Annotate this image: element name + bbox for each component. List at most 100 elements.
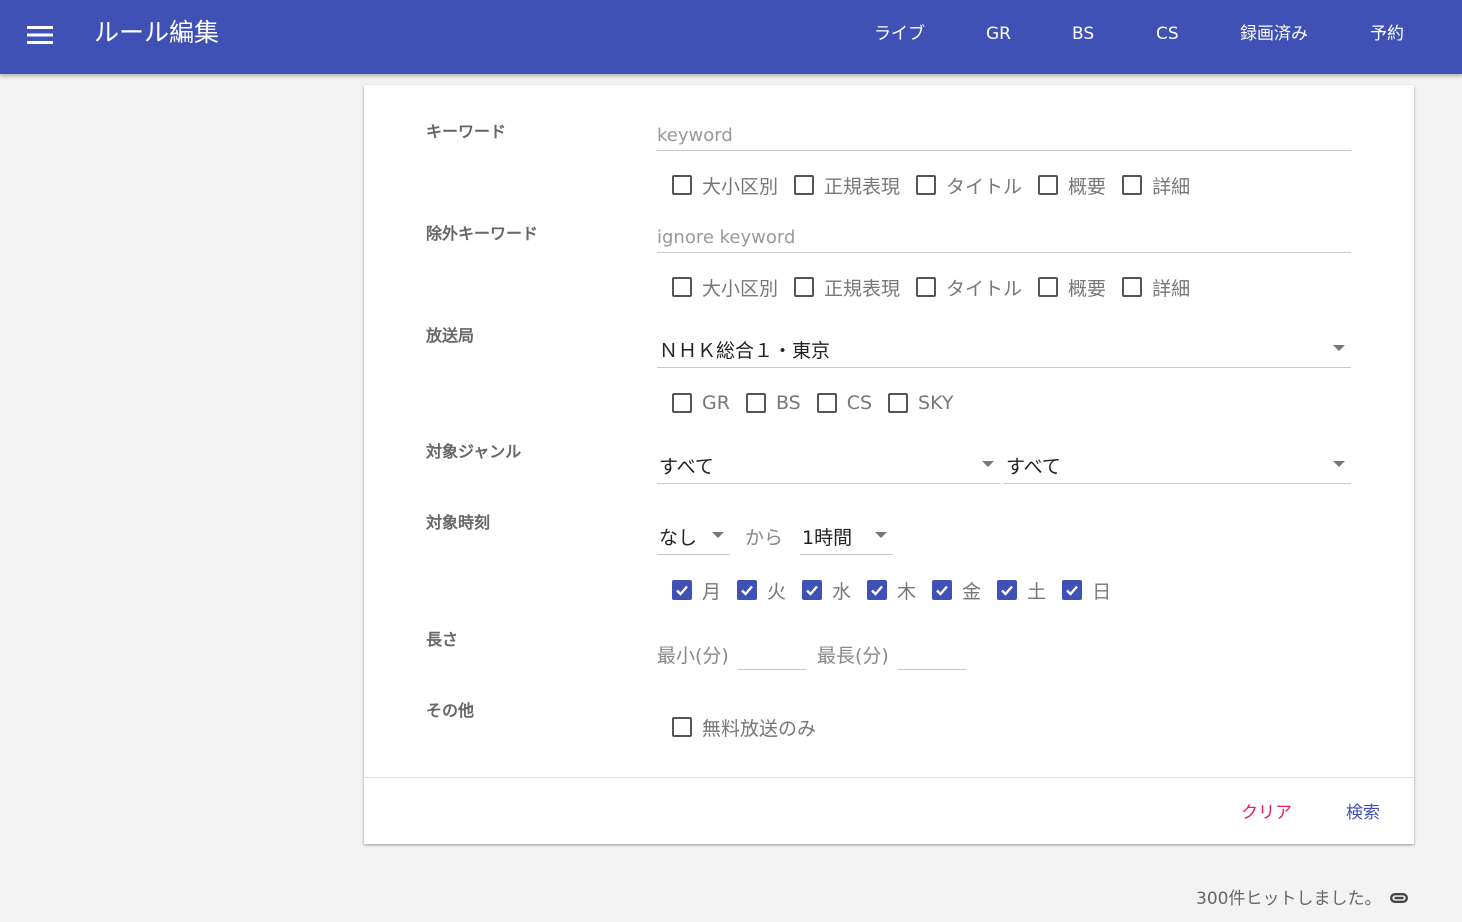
nav-live[interactable]: ライブ: [874, 22, 925, 46]
free-only-checkbox[interactable]: 無料放送のみ: [672, 714, 816, 741]
keyword-case-checkbox[interactable]: 大小区別: [672, 172, 778, 199]
dropdown-arrow-icon: [1333, 345, 1345, 351]
station-bs-checkbox[interactable]: BS: [745, 392, 801, 414]
nav-gr[interactable]: GR: [986, 22, 1011, 46]
checkbox-label: 概要: [1068, 277, 1107, 300]
hit-count-text: 300件ヒットしました。: [1196, 889, 1382, 909]
nav-cs[interactable]: CS: [1156, 22, 1179, 46]
keyword-detail-checkbox[interactable]: 詳細: [1122, 172, 1190, 199]
checkbox-label: 正規表現: [824, 175, 901, 198]
checkbox-label: 金: [962, 580, 982, 603]
checkbox-box: [932, 580, 953, 600]
checkbox-label: 正規表現: [824, 277, 901, 300]
hamburger-menu-icon: [27, 26, 53, 44]
checkmark-icon: [1066, 585, 1079, 596]
keyword-title-checkbox[interactable]: タイトル: [916, 172, 1022, 199]
checkmark-icon: [676, 585, 688, 596]
nav-reserves[interactable]: 予約: [1370, 22, 1404, 46]
dropdown-arrow-icon: [875, 532, 887, 538]
checkbox-label: タイトル: [946, 277, 1023, 300]
from-text: から: [745, 527, 784, 549]
start-time-value: なし: [659, 527, 698, 549]
duration-label: 長さ: [426, 630, 459, 649]
station-cs-checkbox[interactable]: CS: [816, 392, 873, 414]
checkbox-label: 土: [1027, 580, 1047, 603]
checkmark-icon: [936, 585, 948, 596]
keyword-options: 大小区別 正規表現 タイトル 概要 詳細: [672, 171, 1206, 199]
dropdown-arrow-icon: [982, 461, 994, 467]
station-select[interactable]: ＮＨＫ総合１・東京: [657, 330, 1351, 368]
checkbox-label: 水: [832, 580, 852, 603]
rule-edit-card: キーワード 大小区別 正規表現 タイトル 概要 詳細 除外キーワード 大小区別 …: [364, 85, 1414, 844]
clear-button[interactable]: クリア: [1241, 798, 1292, 823]
station-gr-checkbox[interactable]: GR: [672, 392, 730, 414]
checkbox-box: [672, 580, 692, 600]
time-range-select[interactable]: 1時間: [800, 517, 893, 555]
nav-recorded[interactable]: 録画済み: [1240, 22, 1308, 46]
ignore-detail-checkbox[interactable]: 詳細: [1122, 274, 1190, 301]
min-duration-label: 最小(分): [657, 645, 729, 667]
checkbox-label: 火: [767, 580, 787, 603]
ignore-title-checkbox[interactable]: タイトル: [916, 274, 1022, 301]
other-options: 無料放送のみ: [672, 713, 832, 741]
weekday-mon-checkbox[interactable]: 月: [672, 577, 721, 604]
checkbox-box: [916, 175, 937, 195]
genre2-selected-value: すべて: [1006, 456, 1061, 478]
ignore-keyword-options: 大小区別 正規表現 タイトル 概要 詳細: [672, 273, 1206, 301]
checkbox-label: 概要: [1068, 175, 1107, 198]
ignore-keyword-input[interactable]: [657, 223, 1351, 252]
genre1-select[interactable]: すべて: [657, 446, 1000, 484]
checkbox-label: CS: [846, 392, 873, 414]
dropdown-arrow-icon: [712, 532, 724, 538]
ignore-description-checkbox[interactable]: 概要: [1038, 274, 1106, 301]
checkmark-icon: [1001, 585, 1013, 596]
weekday-sun-checkbox[interactable]: 日: [1062, 577, 1111, 604]
checkbox-box: [745, 393, 766, 413]
menu-button[interactable]: [22, 17, 58, 53]
genre-label: 対象ジャンル: [426, 442, 522, 461]
max-duration-input[interactable]: [898, 642, 966, 670]
checkbox-label: BS: [775, 392, 801, 414]
keyword-input[interactable]: [657, 121, 1351, 150]
min-duration-input[interactable]: [738, 642, 806, 670]
station-sky-checkbox[interactable]: SKY: [888, 392, 953, 414]
search-button[interactable]: 検索: [1346, 798, 1380, 823]
ignore-case-checkbox[interactable]: 大小区別: [672, 274, 778, 301]
genre1-selected-value: すべて: [659, 456, 714, 478]
checkbox-label: 月: [702, 580, 722, 603]
checkbox-label: 日: [1092, 580, 1112, 603]
ignore-regex-checkbox[interactable]: 正規表現: [794, 274, 900, 301]
checkmark-icon: [871, 585, 883, 596]
keyword-regex-checkbox[interactable]: 正規表現: [794, 172, 900, 199]
start-time-select[interactable]: なし: [657, 517, 730, 555]
weekday-wed-checkbox[interactable]: 水: [802, 577, 851, 604]
weekday-sat-checkbox[interactable]: 土: [997, 577, 1046, 604]
link-icon[interactable]: [1384, 886, 1414, 910]
station-type-options: GR BS CS SKY: [672, 389, 969, 417]
weekday-thu-checkbox[interactable]: 木: [867, 577, 916, 604]
checkbox-label: GR: [702, 392, 730, 414]
checkbox-box: [672, 717, 692, 737]
nav-bs[interactable]: BS: [1072, 22, 1094, 46]
station-label: 放送局: [426, 326, 475, 345]
checkbox-box: [916, 277, 937, 297]
checkbox-box: [802, 580, 823, 600]
checkbox-box: [737, 580, 758, 600]
weekday-fri-checkbox[interactable]: 金: [932, 577, 981, 604]
page-title: ルール編集: [94, 18, 220, 47]
checkbox-label: 大小区別: [702, 277, 779, 300]
checkbox-label: 大小区別: [702, 175, 779, 198]
dropdown-arrow-icon: [1333, 461, 1345, 467]
other-label: その他: [426, 701, 475, 720]
genre2-select[interactable]: すべて: [1004, 446, 1351, 484]
checkbox-label: 無料放送のみ: [702, 717, 817, 740]
checkbox-box: [1062, 580, 1083, 600]
station-selected-value: ＮＨＫ総合１・東京: [659, 340, 831, 362]
checkbox-box: [672, 175, 692, 195]
checkbox-label: 詳細: [1152, 175, 1191, 198]
weekday-tue-checkbox[interactable]: 火: [737, 577, 786, 604]
keyword-description-checkbox[interactable]: 概要: [1038, 172, 1106, 199]
card-actions: クリア 検索: [364, 777, 1414, 844]
ignore-keyword-label: 除外キーワード: [426, 224, 539, 243]
time-range-value: 1時間: [802, 527, 853, 549]
